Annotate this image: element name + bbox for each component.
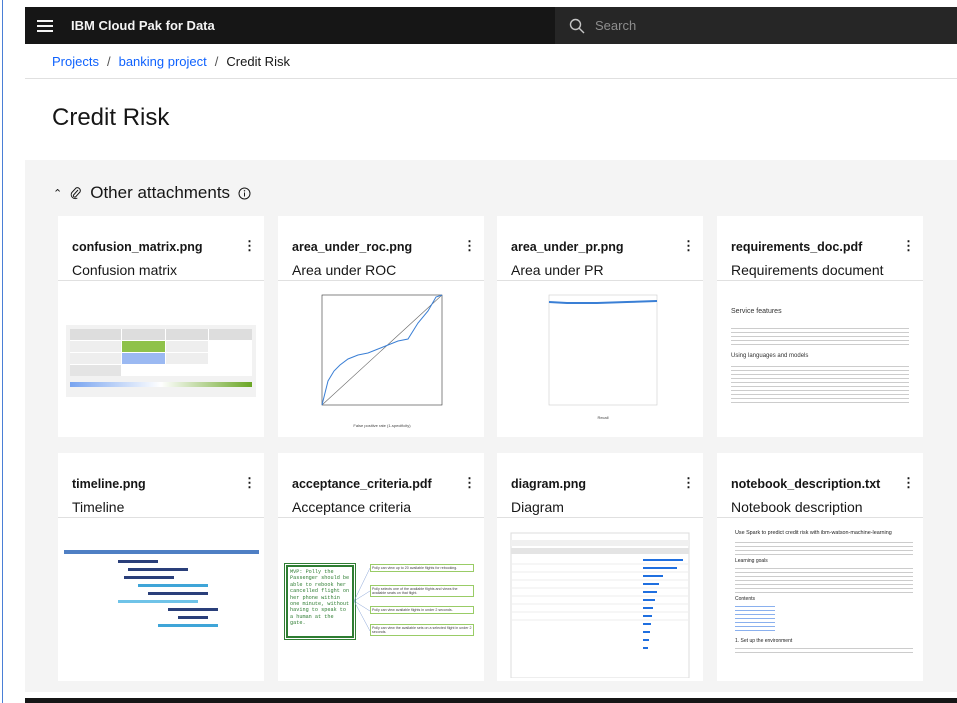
doc-heading: Use Spark to predict credit risk with ib… [735,530,892,536]
search-bar[interactable] [555,7,957,44]
overflow-menu-icon[interactable]: ⋮ [463,475,476,491]
roc-x-axis-label: False positive rate (1-specificity) [353,423,411,428]
attachment-card[interactable]: area_under_pr.png ⋮ Area under PR Recall [497,216,703,437]
info-icon[interactable] [238,187,251,200]
card-title: Diagram [511,499,564,515]
breadcrumb: Projects / banking project / Credit Risk [52,54,290,69]
breadcrumb-separator: / [106,54,111,69]
doc-subheading: 1. Set up the environment [735,638,793,644]
overflow-menu-icon[interactable]: ⋮ [902,238,915,254]
chevron-up-icon[interactable]: ⌃ [53,187,62,200]
doc-heading: Service features [731,308,782,315]
app-title: IBM Cloud Pak for Data [71,18,215,33]
notebook-description-thumbnail: Use Spark to predict credit risk with ib… [717,518,923,681]
breadcrumb-banking-project[interactable]: banking project [119,54,207,69]
overflow-menu-icon[interactable]: ⋮ [682,238,695,254]
breadcrumb-current: Credit Risk [226,54,290,69]
card-title: Timeline [72,499,125,515]
doc-subheading: Using languages and models [731,353,809,359]
acceptance-criteria-thumbnail: MVP: Polly the Passenger should be able … [278,518,484,681]
header-divider [25,78,957,79]
diagram-thumbnail [497,518,703,681]
confusion-matrix-thumbnail [58,281,264,437]
card-filename: confusion_matrix.png [72,240,203,254]
attachment-card[interactable]: confusion_matrix.png ⋮ Confusion matrix [58,216,264,437]
paperclip-icon [70,187,82,200]
overflow-menu-icon[interactable]: ⋮ [902,475,915,491]
timeline-thumbnail [58,518,264,681]
card-title: Acceptance criteria [292,499,412,515]
card-title: Confusion matrix [72,262,178,278]
bottom-edge [25,698,957,703]
attachment-card[interactable]: acceptance_criteria.pdf ⋮ Acceptance cri… [278,453,484,681]
criteria-item: Polly selects one of the available fligh… [370,585,474,597]
attachment-card[interactable]: requirements_doc.pdf ⋮ Requirements docu… [717,216,923,437]
page-title: Credit Risk [52,104,170,131]
overflow-menu-icon[interactable]: ⋮ [243,238,256,254]
criteria-item: Polly can view available flights in unde… [370,606,474,614]
card-filename: requirements_doc.pdf [731,240,863,254]
card-filename: acceptance_criteria.pdf [292,477,432,491]
section-title: Other attachments [90,183,231,202]
requirements-doc-thumbnail: Service features Using languages and mod… [717,281,923,437]
card-filename: notebook_description.txt [731,477,881,491]
criteria-item: Polly can view the available sets on a s… [370,624,474,636]
pr-x-axis-label: Recall [597,415,608,420]
pr-curve-thumbnail: Recall [497,281,703,437]
section-header: ⌃ Other attachments [53,183,251,203]
overflow-menu-icon[interactable]: ⋮ [682,475,695,491]
card-filename: area_under_roc.png [292,240,413,254]
hamburger-menu-icon[interactable] [37,19,53,32]
breadcrumb-separator: / [214,54,219,69]
doc-subheading: Learning goals [735,558,768,564]
overflow-menu-icon[interactable]: ⋮ [243,475,256,491]
doc-subheading: Contents [735,596,756,602]
overflow-menu-icon[interactable]: ⋮ [463,238,476,254]
attachment-card[interactable]: timeline.png ⋮ Timeline [58,453,264,681]
attachment-card[interactable]: area_under_roc.png ⋮ Area under ROC Fals… [278,216,484,437]
window-edge [2,0,3,703]
card-title: Requirements document [731,262,884,278]
attachment-card[interactable]: diagram.png ⋮ Diagram [497,453,703,681]
card-title: Area under ROC [292,262,397,278]
search-icon [569,18,585,33]
attachment-card[interactable]: notebook_description.txt ⋮ Notebook desc… [717,453,923,681]
search-input[interactable] [595,18,771,33]
card-filename: diagram.png [511,477,587,491]
card-title: Notebook description [731,499,863,515]
card-filename: area_under_pr.png [511,240,624,254]
criteria-item: Polly can view up to 20 available flight… [370,564,474,572]
breadcrumb-projects[interactable]: Projects [52,54,99,69]
card-filename: timeline.png [72,477,146,491]
top-navigation-bar: IBM Cloud Pak for Data [25,7,957,44]
card-title: Area under PR [511,262,604,278]
roc-curve-thumbnail: False positive rate (1-specificity) [278,281,484,437]
